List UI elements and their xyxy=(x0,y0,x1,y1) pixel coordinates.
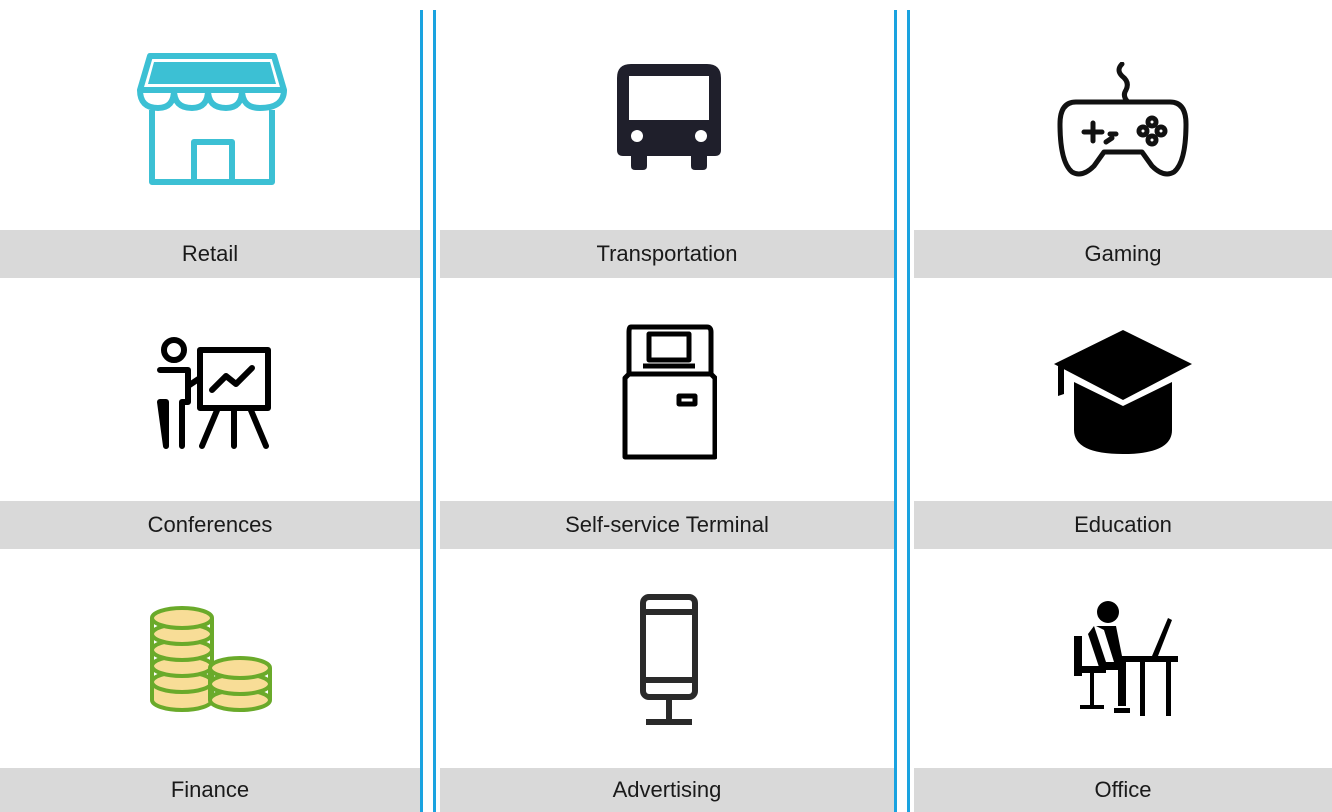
bus-icon xyxy=(617,64,721,170)
signage-stand-icon xyxy=(638,594,700,726)
column-divider-right xyxy=(894,10,910,812)
column-divider-left xyxy=(420,10,436,812)
person-at-desk-icon xyxy=(1074,600,1178,720)
presentation-icon xyxy=(154,336,272,452)
graduation-cap-icon xyxy=(1054,330,1192,454)
tile-label-advertising: Advertising xyxy=(440,768,894,812)
kiosk-icon xyxy=(621,324,718,460)
tile-label-self-service-terminal: Self-service Terminal xyxy=(440,501,894,549)
tile-label-retail: Retail xyxy=(0,230,420,278)
tile-label-education: Education xyxy=(914,501,1332,549)
gamepad-icon xyxy=(1056,61,1190,178)
tile-label-transportation: Transportation xyxy=(440,230,894,278)
tile-label-conferences: Conferences xyxy=(0,501,420,549)
tile-label-finance: Finance xyxy=(0,768,420,812)
tile-label-gaming: Gaming xyxy=(914,230,1332,278)
coin-stack-icon xyxy=(148,604,274,714)
tile-label-office: Office xyxy=(914,768,1332,812)
storefront-icon xyxy=(136,50,288,188)
